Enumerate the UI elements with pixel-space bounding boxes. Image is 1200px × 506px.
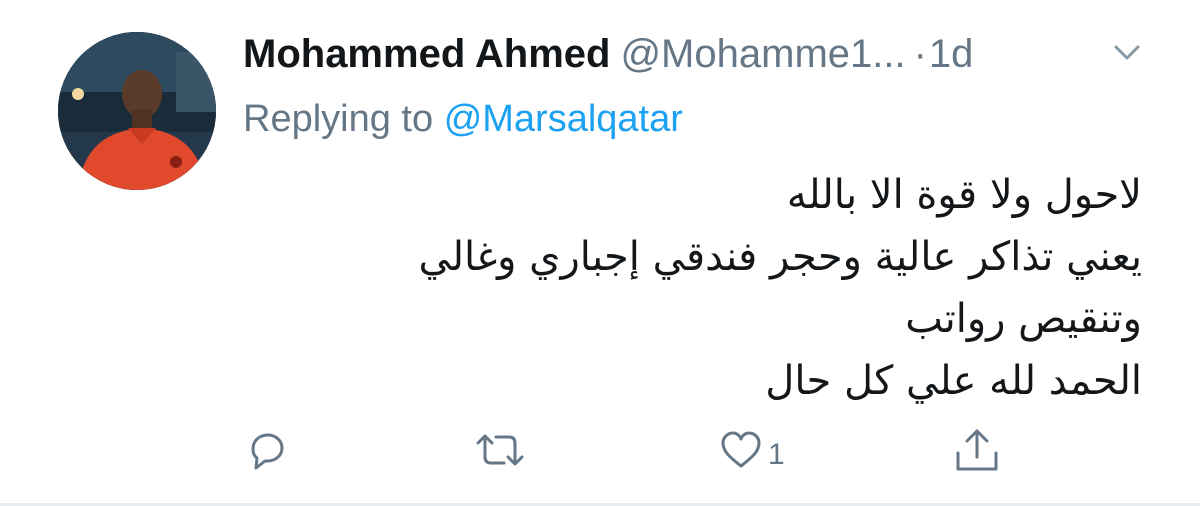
tweet-body-line: يعني تذاكر عالية وحجر فندقي إجباري وغالي <box>418 234 1143 280</box>
tweet-body: لاحول ولا قوة الا بالله يعني تذاكر عالية… <box>262 164 1143 412</box>
replying-to: Replying to @Marsalqatar <box>243 92 683 146</box>
tweet[interactable]: Mohammed Ahmed @Mohamme1... ·1d Replying t… <box>0 0 1200 506</box>
heart-icon <box>721 431 761 468</box>
tweet-body-line: لاحول ولا قوة الا بالله <box>786 172 1142 218</box>
tweet-body-line: وتنقيص رواتب <box>905 296 1142 342</box>
retweet-button[interactable] <box>472 426 528 474</box>
reply-button[interactable] <box>244 426 290 474</box>
tweet-header: Mohammed Ahmed @Mohamme1... ·1d <box>243 24 1183 84</box>
share-icon <box>956 429 998 471</box>
reply-mention-link[interactable]: @Marsalqatar <box>444 98 683 140</box>
like-count: 1 <box>768 438 785 471</box>
reply-icon <box>251 433 284 470</box>
separator-dot: · <box>913 32 927 76</box>
tweet-body-line: الحمد لله علي كل حال <box>765 358 1142 404</box>
action-bar: 1 <box>0 420 1200 480</box>
user-handle[interactable]: @Mohamme1... <box>620 32 905 76</box>
like-button[interactable]: 1 <box>718 426 785 474</box>
chevron-down-icon[interactable] <box>1112 40 1142 64</box>
avatar[interactable] <box>58 32 216 190</box>
timestamp[interactable]: 1d <box>929 32 974 76</box>
share-button[interactable] <box>952 426 1002 474</box>
retweet-icon <box>476 434 524 466</box>
replying-prefix: Replying to <box>243 98 434 140</box>
display-name[interactable]: Mohammed Ahmed <box>243 32 610 76</box>
